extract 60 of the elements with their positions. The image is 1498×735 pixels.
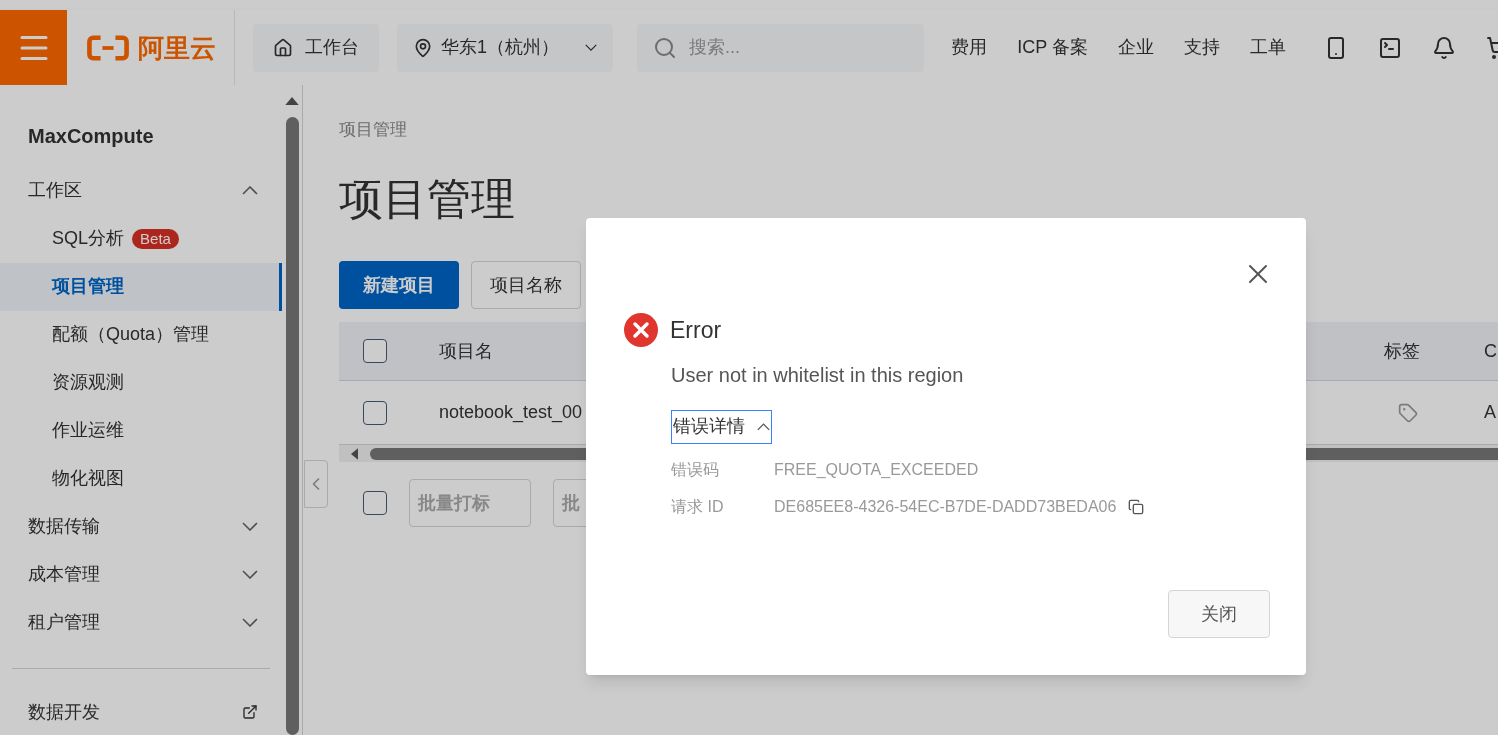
brand-name: 阿里云 xyxy=(137,34,216,61)
column-header: 标签 xyxy=(1384,340,1420,361)
chevron-down-icon xyxy=(242,618,258,628)
checkbox[interactable] xyxy=(363,400,387,425)
chevron-up-icon xyxy=(242,186,258,196)
logo-icon xyxy=(85,34,130,61)
nav-link[interactable]: ICP 备案 xyxy=(1017,34,1088,61)
detail-label: 请求 ID xyxy=(671,497,725,517)
table-cell: notebook_test_00 xyxy=(439,402,583,422)
nav-link[interactable]: 支持 xyxy=(1184,34,1220,61)
region-select[interactable]: 华东1（杭州） xyxy=(397,23,613,72)
chevron-down-icon xyxy=(585,44,597,51)
sidebar-link[interactable]: 数据开发 xyxy=(28,698,100,726)
detail-value: FREE_QUOTA_EXCEEDED xyxy=(774,460,979,480)
sidebar-group[interactable]: 数据传输 xyxy=(0,502,282,551)
chevron-down-icon xyxy=(242,522,258,532)
tag-icon[interactable] xyxy=(1398,402,1418,423)
sidebar-item[interactable]: 资源观测 xyxy=(0,358,282,407)
search-icon xyxy=(653,35,677,60)
page-title: 项目管理 xyxy=(339,173,516,225)
bell-icon[interactable] xyxy=(1432,35,1456,60)
home-icon xyxy=(273,37,293,58)
copy-icon[interactable] xyxy=(1128,499,1145,515)
terminal-icon[interactable] xyxy=(1378,35,1402,60)
nav-link[interactable]: 工单 xyxy=(1250,34,1286,61)
column-header: 项目名 xyxy=(439,340,493,361)
detail-value: DE685EE8-4326-54EC-B7DE-DADD73BEDA06 xyxy=(774,497,1117,517)
search-field[interactable]: 搜索... xyxy=(637,23,924,72)
scroll-left-icon xyxy=(351,447,358,460)
collapse-handle[interactable] xyxy=(304,460,328,508)
sidebar-item[interactable]: 作业运维 xyxy=(0,406,282,455)
sidebar-item[interactable]: 项目管理 xyxy=(0,262,282,311)
checkbox[interactable] xyxy=(363,491,387,515)
sidebar-group[interactable]: 成本管理 xyxy=(0,550,282,599)
details-toggle[interactable]: 错误详情 xyxy=(671,409,772,444)
table-cell-text: A xyxy=(1484,401,1496,424)
chevron-up-icon xyxy=(757,422,770,431)
menu-button[interactable] xyxy=(0,10,67,85)
sidebar-item[interactable]: 物化视图 xyxy=(0,454,282,503)
nav-link[interactable]: 企业 xyxy=(1118,34,1154,61)
column-header: C xyxy=(1484,339,1497,363)
close-button[interactable]: 关闭 xyxy=(1168,590,1270,638)
checkbox[interactable] xyxy=(363,339,387,363)
nav-link[interactable]: 费用 xyxy=(951,34,988,61)
filter-select[interactable]: 项目名称 xyxy=(471,261,581,309)
external-link-icon xyxy=(242,704,258,721)
location-icon xyxy=(413,37,433,58)
sidebar-item[interactable]: SQL分析 Beta xyxy=(0,214,282,263)
sidebar-group[interactable]: 工作区 xyxy=(0,166,282,215)
detail-label: 错误码 xyxy=(671,460,720,480)
sidebar-group[interactable]: 租户管理 xyxy=(0,598,282,647)
chevron-down-icon xyxy=(242,570,258,580)
scroll-up-icon xyxy=(285,97,299,105)
create-project-button[interactable]: 新建项目 xyxy=(339,261,459,309)
beta-badge: Beta xyxy=(132,228,179,249)
error-icon xyxy=(624,313,658,348)
dialog-title: Error xyxy=(670,316,722,345)
workbench-button[interactable]: 工作台 xyxy=(253,23,379,72)
sidebar-title: MaxCompute xyxy=(27,124,155,149)
error-message: User not in whitelist in this region xyxy=(671,362,964,388)
